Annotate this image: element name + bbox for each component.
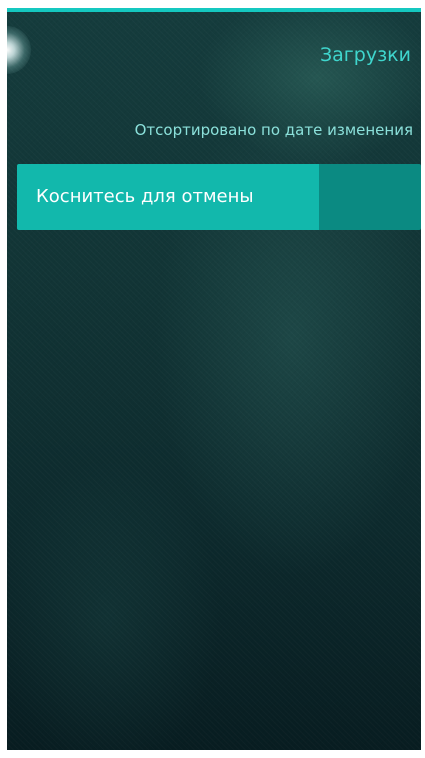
page-title: Загрузки [319,44,411,66]
top-accent-bar [7,8,421,12]
download-progress-track [319,164,421,230]
download-cancel-label: Коснитесь для отмены [36,186,254,207]
sort-label[interactable]: Отсортировано по дате изменения [135,120,413,140]
download-progress-fill: Коснитесь для отмены [17,164,319,230]
device-frame: Загрузки Отсортировано по дате изменения… [0,0,425,758]
downloads-screen: Загрузки Отсортировано по дате изменения… [7,8,421,750]
download-item[interactable]: Коснитесь для отмены [17,164,421,230]
glow-icon [7,26,31,74]
